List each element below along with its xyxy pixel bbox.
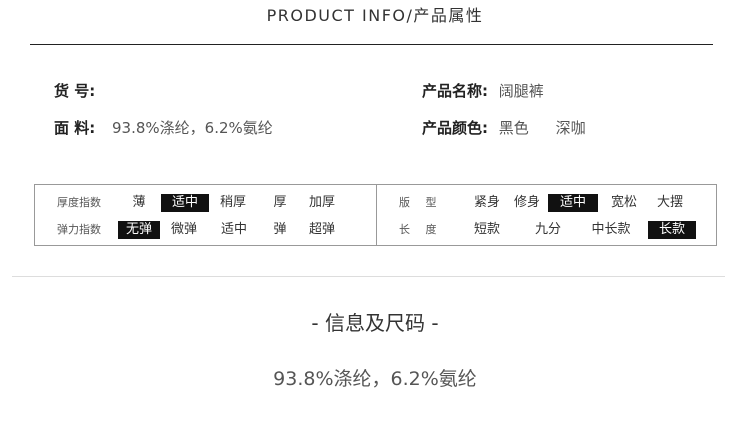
spec-item-no: 货 号: (54, 80, 95, 101)
option-thickness-slightly-thick: 稍厚 (219, 195, 246, 210)
table-divider (376, 185, 377, 245)
option-thickness-extra-thick: 加厚 (308, 195, 335, 210)
attribute-table: 厚度指数 薄 适中 稍厚 厚 加厚 弹力指数 无弹 微弹 适中 弹 超弹 版 型… (34, 184, 717, 246)
header-title-cn: 产品属性 (413, 6, 484, 25)
option-elasticity-stretch: 弹 (273, 222, 287, 237)
size-info-title: - 信息及尺码 - (311, 311, 439, 335)
option-elasticity-none-selected: 无弹 (118, 221, 160, 239)
option-fit-tight: 紧身 (473, 195, 500, 210)
option-elasticity-slight: 微弹 (170, 222, 197, 237)
option-thickness-medium-selected: 适中 (161, 194, 209, 212)
spec-value: 阔腿裤 (498, 82, 544, 100)
option-length-cropped: 九分 (534, 222, 561, 237)
option-length-long-selected: 长款 (648, 221, 696, 239)
attr-label-fit: 版 型 (399, 196, 437, 209)
header-title-en: PRODUCT INFO/ (266, 6, 414, 25)
size-info-text: 93.8%涤纶，6.2%氨纶 (273, 368, 477, 390)
option-length-short: 短款 (473, 222, 500, 237)
spec-label: 面 料: (54, 119, 96, 137)
option-fit-loose: 宽松 (610, 195, 637, 210)
section-divider (12, 276, 725, 277)
spec-product-name: 产品名称: 阔腿裤 (422, 80, 544, 101)
attr-label-length: 长 度 (399, 223, 437, 236)
spec-label: 产品颜色: (422, 119, 488, 137)
option-fit-flared: 大摆 (656, 195, 683, 210)
spec-colors: 产品颜色: 黑色 深咖 (422, 117, 586, 138)
attr-label-thickness: 厚度指数 (57, 196, 101, 209)
spec-label: 货 号: (54, 82, 96, 100)
spec-value-black: 黑色 (498, 119, 529, 137)
option-thickness-thin: 薄 (132, 195, 146, 210)
spec-label: 产品名称: (422, 82, 488, 100)
header-title: PRODUCT INFO/产品属性 (0, 2, 750, 26)
option-length-mid: 中长款 (591, 222, 631, 237)
option-thickness-thick: 厚 (273, 195, 287, 210)
option-elasticity-medium: 适中 (220, 222, 247, 237)
attr-label-elasticity: 弹力指数 (57, 223, 101, 236)
option-fit-medium-selected: 适中 (548, 194, 598, 212)
spec-value-brown: 深咖 (555, 119, 586, 137)
header-divider (30, 44, 713, 45)
option-fit-slim: 修身 (513, 195, 540, 210)
spec-value: 93.8%涤纶，6.2%氨纶 (112, 119, 273, 137)
option-elasticity-super: 超弹 (308, 222, 335, 237)
spec-material: 面 料: 93.8%涤纶，6.2%氨纶 (54, 117, 273, 138)
